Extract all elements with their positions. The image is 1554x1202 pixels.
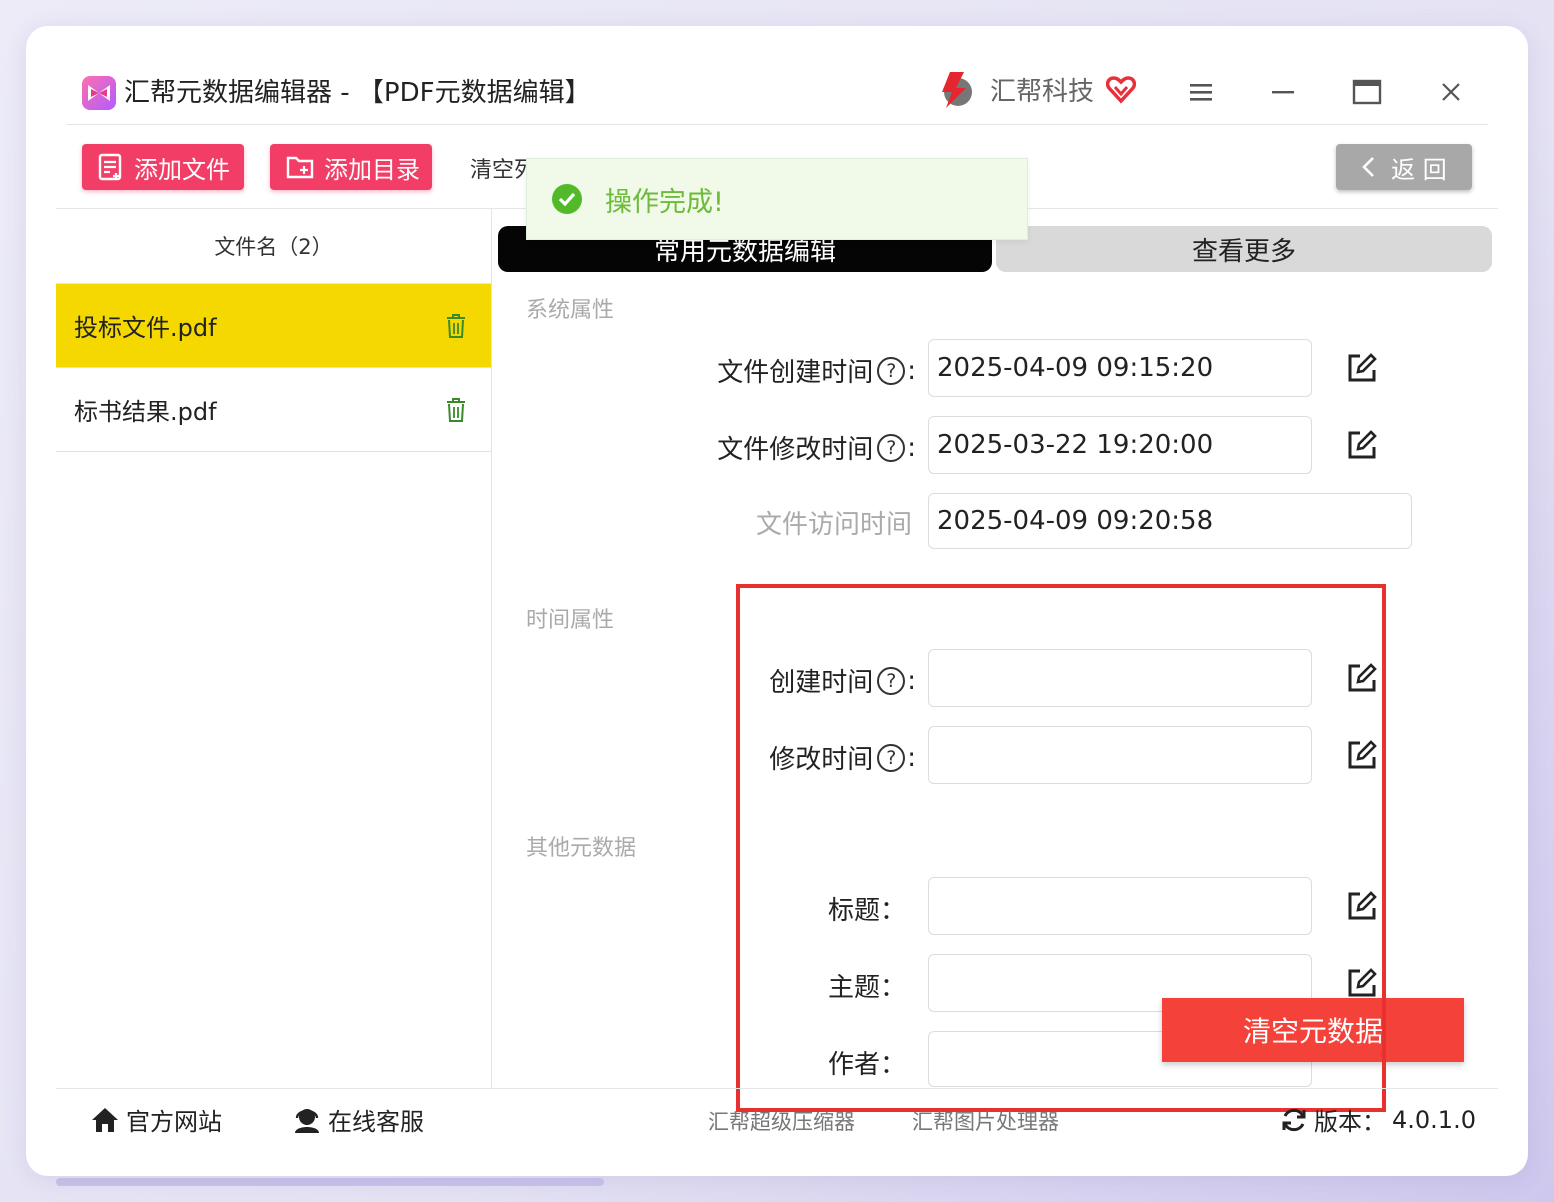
- title-label: 标题：: [827, 896, 906, 926]
- back-label: 返 回: [1391, 155, 1447, 184]
- file-accessed-label: 文件访问时间: [755, 510, 912, 540]
- trash-icon[interactable]: [445, 397, 467, 423]
- version-number: 4.0.1.0: [1392, 1105, 1476, 1134]
- app-logo-icon: [82, 76, 116, 110]
- edit-icon[interactable]: [1346, 739, 1378, 771]
- file-created-label-text: 文件创建时间: [717, 358, 874, 388]
- file-list-panel: 文件名（2） 投标文件.pdf 标书结果.pdf: [56, 209, 492, 1089]
- compressor-link[interactable]: 汇帮超级压缩器: [708, 1106, 855, 1136]
- online-support-label: 在线客服: [328, 1108, 424, 1136]
- file-modified-label-text: 文件修改时间: [717, 435, 874, 465]
- heart-icon[interactable]: [1106, 74, 1136, 104]
- add-file-icon: [98, 153, 122, 181]
- help-icon[interactable]: ?: [877, 743, 906, 772]
- online-support-link[interactable]: 在线客服: [292, 1102, 424, 1137]
- edit-icon[interactable]: [1346, 890, 1378, 922]
- add-file-button[interactable]: 添加文件: [82, 144, 244, 190]
- support-agent-icon: [295, 1108, 319, 1133]
- file-modified-label: 文件修改时间?:: [717, 429, 916, 466]
- official-website-label: 官方网站: [126, 1108, 222, 1136]
- official-website-link[interactable]: 官方网站: [90, 1102, 222, 1137]
- back-button[interactable]: 返 回: [1336, 144, 1472, 190]
- home-icon: [92, 1107, 118, 1132]
- add-directory-label: 添加目录: [324, 155, 420, 184]
- background-strip: [56, 1178, 604, 1186]
- add-file-label: 添加文件: [134, 155, 230, 184]
- trash-icon[interactable]: [445, 313, 467, 339]
- file-accessed-input: 2025-04-09 09:20:58: [928, 493, 1412, 549]
- edit-icon[interactable]: [1346, 429, 1378, 461]
- help-icon[interactable]: ?: [877, 666, 906, 695]
- section-time-title: 时间属性: [526, 608, 615, 633]
- help-icon[interactable]: ?: [877, 356, 906, 385]
- footer-divider: [56, 1088, 1498, 1089]
- brand-logo-icon: [942, 72, 972, 108]
- file-modified-input[interactable]: 2025-03-22 19:20:00: [928, 416, 1312, 474]
- clear-metadata-button[interactable]: 清空元数据: [1162, 998, 1464, 1062]
- add-directory-button[interactable]: 添加目录: [270, 144, 432, 190]
- title-divider: [66, 124, 1488, 125]
- app-title: 汇帮元数据编辑器 - 【PDF元数据编辑】: [124, 78, 591, 108]
- tab-view-more[interactable]: 查看更多: [996, 226, 1492, 272]
- clear-list-button[interactable]: 清空列表: [470, 152, 532, 184]
- menu-icon[interactable]: [1176, 70, 1226, 114]
- created-time-label: 创建时间?:: [769, 662, 916, 699]
- file-list-header: 文件名（2）: [56, 209, 491, 284]
- created-time-input[interactable]: [928, 649, 1312, 707]
- toast-message: 操作完成!: [605, 186, 724, 218]
- minimize-icon[interactable]: [1258, 70, 1308, 114]
- modified-time-label: 修改时间?:: [769, 739, 916, 776]
- success-toast: 操作完成!: [526, 158, 1028, 240]
- file-name: 投标文件.pdf: [74, 314, 217, 342]
- file-list-item[interactable]: 标书结果.pdf: [56, 368, 491, 452]
- title-bar: 汇帮元数据编辑器 - 【PDF元数据编辑】 汇帮科技: [26, 26, 1528, 126]
- title-input[interactable]: [928, 877, 1312, 935]
- refresh-icon[interactable]: [1280, 1106, 1308, 1134]
- file-name: 标书结果.pdf: [74, 398, 217, 426]
- close-icon[interactable]: [1426, 70, 1476, 114]
- edit-icon[interactable]: [1346, 967, 1378, 999]
- section-other-title: 其他元数据: [526, 836, 637, 861]
- section-system-title: 系统属性: [526, 298, 615, 323]
- edit-icon[interactable]: [1346, 352, 1378, 384]
- modified-time-label-text: 修改时间: [769, 745, 874, 775]
- version-info: 版本： 4.0.1.0: [1280, 1102, 1476, 1137]
- maximize-icon[interactable]: [1342, 70, 1392, 114]
- add-folder-icon: [286, 156, 314, 179]
- image-processor-link[interactable]: 汇帮图片处理器: [912, 1106, 1059, 1136]
- file-list-item[interactable]: 投标文件.pdf: [56, 284, 491, 368]
- modified-time-input[interactable]: [928, 726, 1312, 784]
- brand-name: 汇帮科技: [990, 77, 1095, 107]
- file-created-input[interactable]: 2025-04-09 09:15:20: [928, 339, 1312, 397]
- check-circle-icon: [552, 184, 582, 214]
- author-label: 作者：: [827, 1050, 906, 1080]
- app-window: 汇帮元数据编辑器 - 【PDF元数据编辑】 汇帮科技 添加文件 添加目录 清空列…: [26, 26, 1528, 1176]
- help-icon[interactable]: ?: [877, 433, 906, 462]
- version-label: 版本：: [1314, 1108, 1386, 1136]
- file-created-label: 文件创建时间?:: [717, 352, 916, 389]
- created-time-label-text: 创建时间: [769, 668, 874, 698]
- edit-icon[interactable]: [1346, 662, 1378, 694]
- subject-label: 主题：: [827, 973, 906, 1003]
- chevron-left-icon: [1362, 157, 1375, 177]
